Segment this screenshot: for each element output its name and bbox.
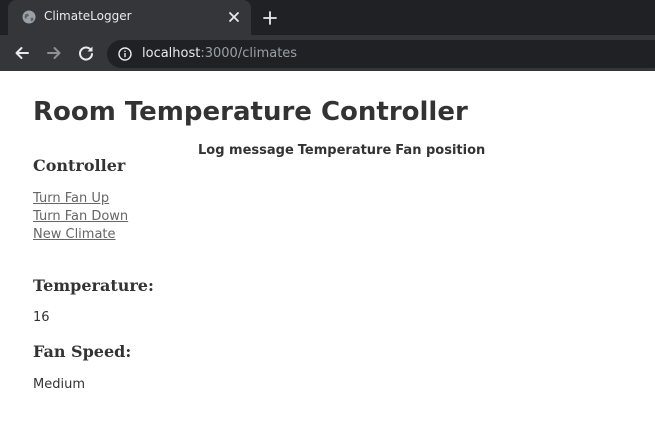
- browser-toolbar: localhost:3000/climates: [0, 35, 655, 71]
- fan-speed-heading: Fan Speed:: [33, 342, 132, 361]
- fan-position-header: Fan position: [395, 143, 486, 158]
- log-message-header: Log message: [198, 143, 294, 158]
- info-icon[interactable]: [118, 47, 132, 61]
- table-header-row: Log message Temperature Fan position: [196, 143, 487, 158]
- temperature-heading: Temperature:: [33, 276, 154, 295]
- url-path: :3000/climates: [200, 46, 298, 61]
- arrow-right-icon[interactable]: [45, 44, 63, 62]
- controller-heading: Controller: [33, 156, 126, 175]
- climate-log-table: Log message Temperature Fan position: [196, 143, 487, 158]
- controller-links: Turn Fan Up Turn Fan Down New Climate: [33, 190, 128, 244]
- turn-fan-up-link[interactable]: Turn Fan Up: [33, 190, 128, 208]
- url-text[interactable]: localhost:3000/climates: [142, 46, 297, 61]
- browser-tab[interactable]: ClimateLogger: [8, 0, 251, 35]
- browser-tab-strip: ClimateLogger: [0, 0, 655, 35]
- close-icon[interactable]: [227, 10, 241, 24]
- new-climate-link[interactable]: New Climate: [33, 226, 128, 244]
- url-host: localhost: [142, 46, 201, 61]
- arrow-left-icon[interactable]: [13, 44, 31, 62]
- reload-icon[interactable]: [77, 44, 95, 62]
- fan-speed-value: Medium: [33, 377, 85, 392]
- turn-fan-down-link[interactable]: Turn Fan Down: [33, 208, 128, 226]
- tab-title: ClimateLogger: [44, 9, 132, 23]
- globe-icon: [22, 10, 36, 24]
- page-content: Room Temperature Controller Controller T…: [0, 71, 655, 448]
- temperature-value: 16: [33, 310, 50, 325]
- page-title: Room Temperature Controller: [33, 97, 468, 127]
- address-bar[interactable]: localhost:3000/climates: [107, 40, 655, 68]
- temperature-header: Temperature: [297, 143, 392, 158]
- plus-icon[interactable]: [262, 10, 278, 26]
